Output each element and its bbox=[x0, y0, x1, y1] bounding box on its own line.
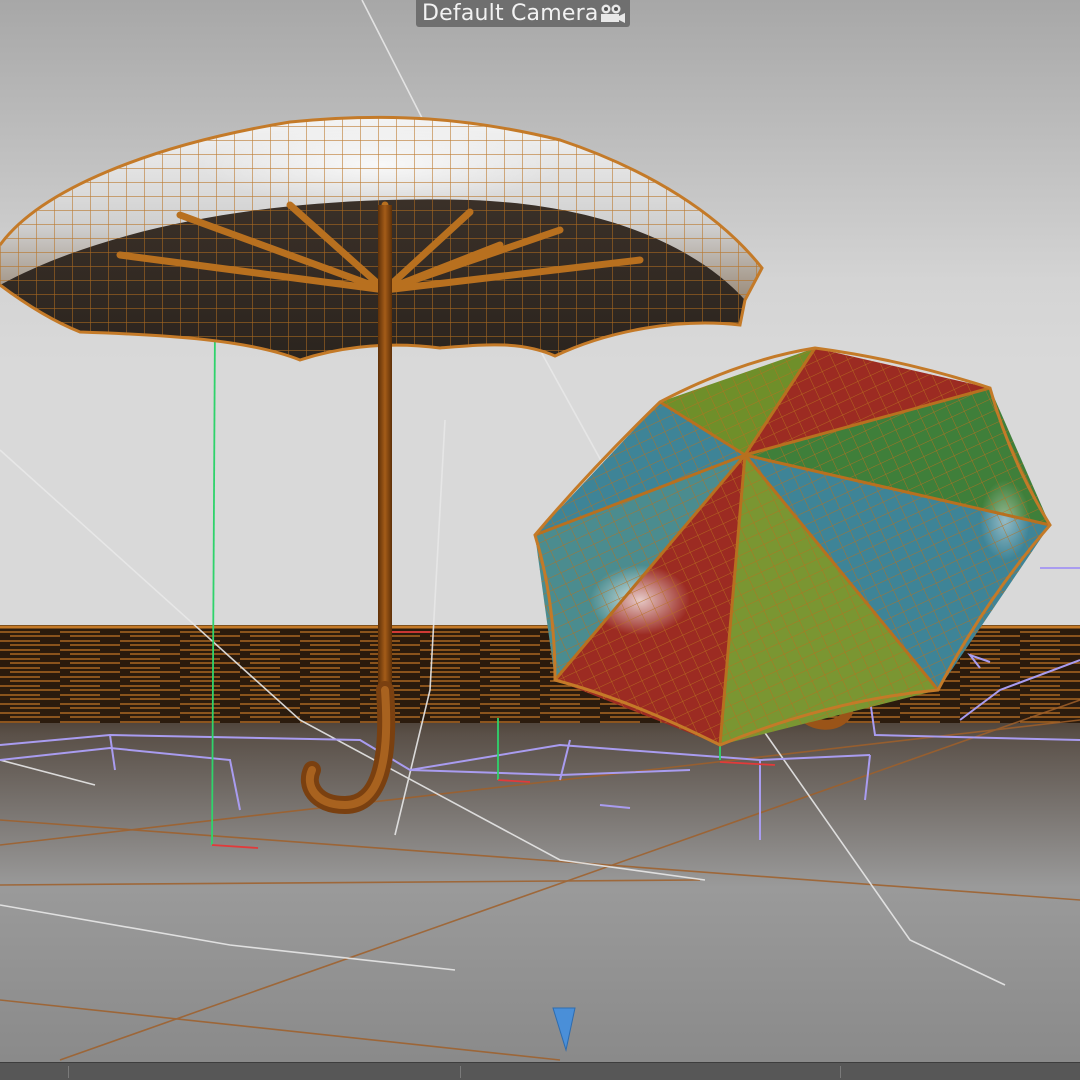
viewport-canvas[interactable] bbox=[0, 0, 1080, 1080]
timeline-tick bbox=[840, 1066, 841, 1078]
umbrella-open-shaft bbox=[378, 205, 392, 695]
timeline-tick bbox=[68, 1066, 69, 1078]
timeline-tick bbox=[460, 1066, 461, 1078]
3d-viewport[interactable]: Default Camera bbox=[0, 0, 1080, 1080]
camera-label-text: Default Camera bbox=[422, 1, 599, 26]
camera-icon[interactable] bbox=[598, 3, 626, 24]
timeline-bar[interactable] bbox=[0, 1062, 1080, 1080]
camera-label[interactable]: Default Camera bbox=[416, 0, 630, 27]
